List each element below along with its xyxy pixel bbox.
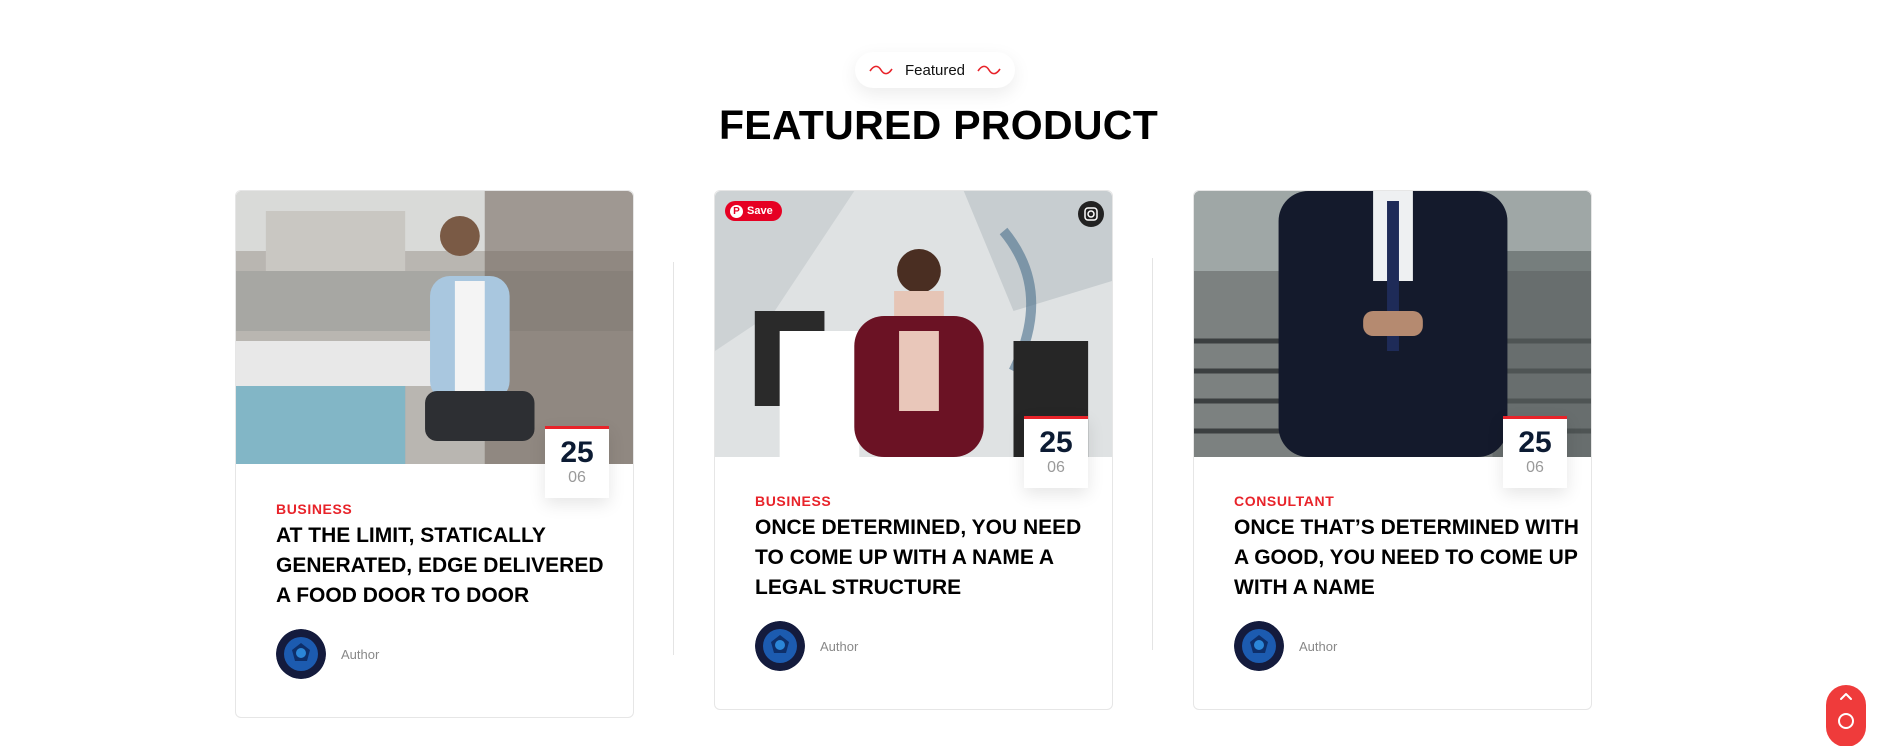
section-eyebrow: Featured bbox=[904, 61, 966, 79]
scroll-top-icon bbox=[1838, 693, 1854, 729]
card-category[interactable]: BUSINESS bbox=[276, 501, 352, 517]
section-eyebrow-pill: Featured bbox=[855, 52, 1015, 88]
author-name[interactable]: Author bbox=[1299, 639, 1337, 654]
card-image-man-cafe[interactable] bbox=[236, 191, 633, 464]
avatar bbox=[755, 621, 805, 671]
featured-product-section: Featured FEATURED PRODUCT 25 06 BUSINESS… bbox=[0, 0, 1877, 746]
wave-icon bbox=[977, 65, 1001, 75]
card-title[interactable]: AT THE LIMIT, STATICALLY GENERATED, EDGE… bbox=[276, 521, 621, 611]
date-badge: 25 06 bbox=[545, 426, 609, 498]
date-badge: 25 06 bbox=[1024, 416, 1088, 488]
date-day: 25 bbox=[1518, 426, 1552, 459]
wave-icon bbox=[869, 65, 893, 75]
avatar bbox=[1234, 621, 1284, 671]
avatar bbox=[276, 629, 326, 679]
product-card[interactable]: 25 06 BUSINESS AT THE LIMIT, STATICALLY … bbox=[235, 190, 634, 718]
date-day: 25 bbox=[1039, 426, 1073, 459]
date-badge: 25 06 bbox=[1503, 416, 1567, 488]
author-name[interactable]: Author bbox=[820, 639, 858, 654]
section-title: FEATURED PRODUCT bbox=[718, 102, 1159, 148]
card-category[interactable]: CONSULTANT bbox=[1234, 493, 1334, 509]
pinterest-save-button[interactable]: P Save bbox=[725, 201, 782, 221]
scroll-top-button[interactable] bbox=[1826, 685, 1866, 746]
card-title[interactable]: ONCE THAT’S DETERMINED WITH A GOOD, YOU … bbox=[1234, 513, 1579, 603]
author-name[interactable]: Author bbox=[341, 647, 379, 662]
pinterest-icon: P bbox=[730, 204, 743, 218]
date-month: 06 bbox=[568, 469, 586, 486]
card-divider bbox=[1152, 258, 1153, 650]
card-category[interactable]: BUSINESS bbox=[755, 493, 831, 509]
product-card[interactable]: P Save 25 06 BUSINESS ONCE DETERMINED, Y… bbox=[714, 190, 1113, 710]
card-divider bbox=[673, 262, 674, 655]
card-title[interactable]: ONCE DETERMINED, YOU NEED TO COME UP WIT… bbox=[755, 513, 1095, 603]
date-day: 25 bbox=[560, 436, 594, 469]
date-month: 06 bbox=[1047, 459, 1065, 476]
date-month: 06 bbox=[1526, 459, 1544, 476]
visual-search-icon[interactable] bbox=[1078, 201, 1104, 227]
save-label: Save bbox=[747, 205, 773, 217]
product-card[interactable]: 25 06 CONSULTANT ONCE THAT’S DETERMINED … bbox=[1193, 190, 1592, 710]
